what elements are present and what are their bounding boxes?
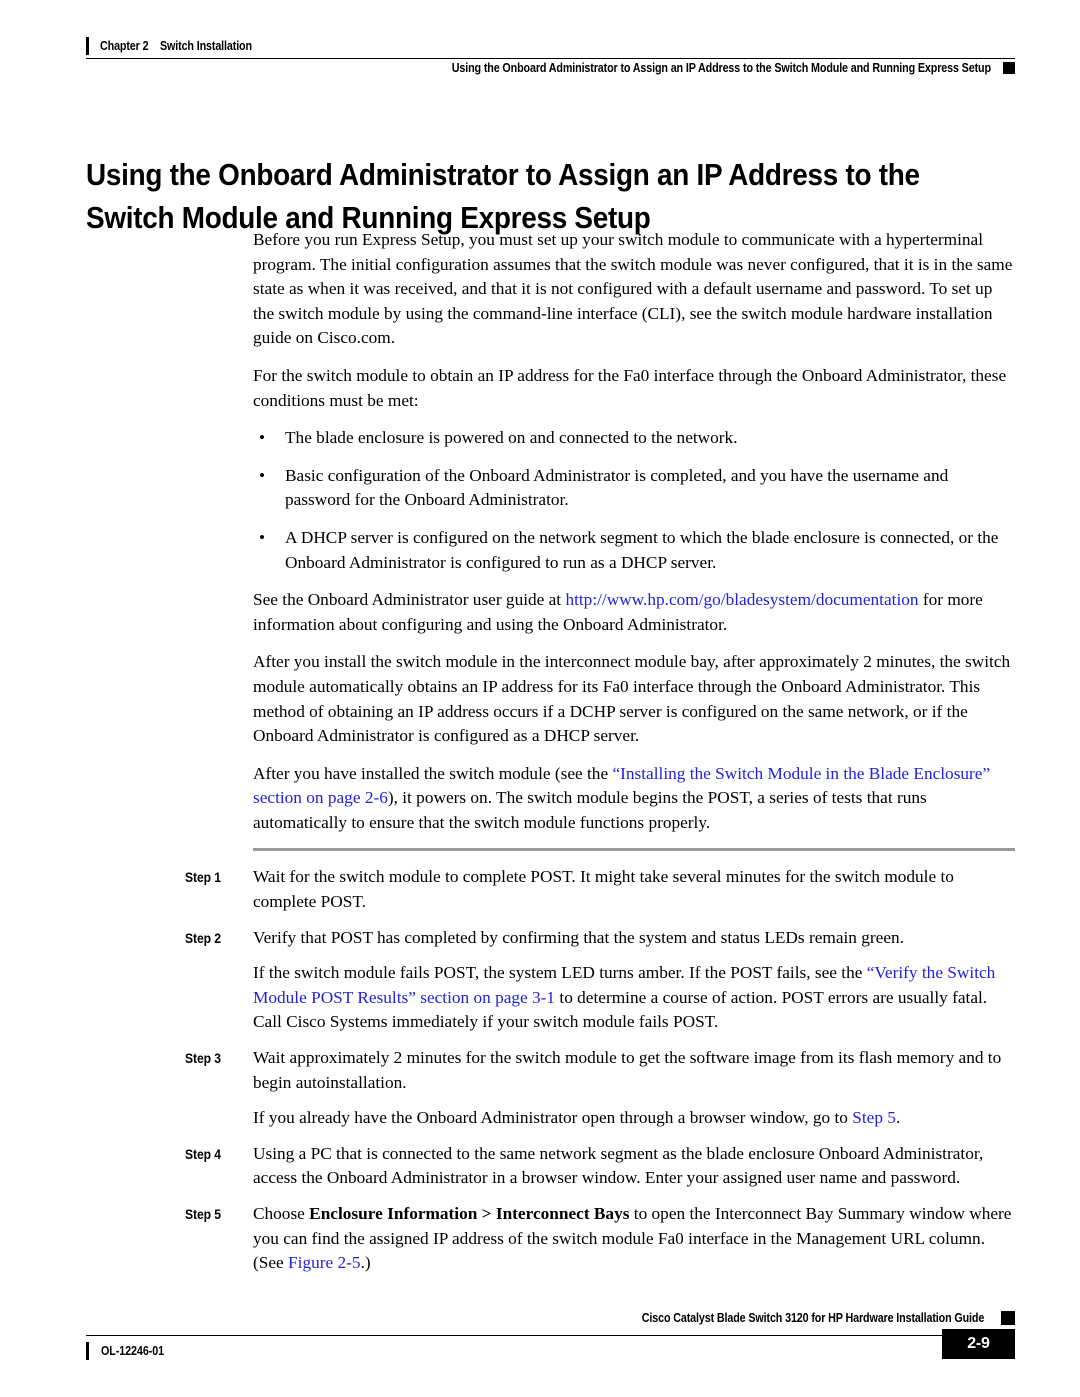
page-title: Using the Onboard Administrator to Assig… xyxy=(86,156,920,235)
bullet-icon: • xyxy=(259,527,266,547)
list-item: • A DHCP server is configured on the net… xyxy=(0,526,1080,575)
header-chapter-row: Chapter 2 Switch Installation xyxy=(86,36,267,56)
step-2-row: Step 2 Verify that POST has completed by… xyxy=(0,926,1080,951)
header-chapter-title: Switch Installation xyxy=(160,39,253,53)
step-5-xref-link[interactable]: Step 5 xyxy=(852,1108,896,1127)
step-5-text-before: Choose xyxy=(253,1204,310,1223)
conditions-intro-paragraph: For the switch module to obtain an IP ad… xyxy=(253,365,1007,410)
list-item-text: Basic configuration of the Onboard Admin… xyxy=(285,465,949,510)
step-4-row: Step 4 Using a PC that is connected to t… xyxy=(0,1142,1080,1191)
step-3-row: Step 3 Wait approximately 2 minutes for … xyxy=(0,1046,1080,1095)
document-body: Before you run Express Setup, you must s… xyxy=(0,228,1080,1287)
header-chapter-label: Chapter 2 xyxy=(100,39,149,53)
menu-path-bold: Enclosure Information > Interconnect Bay… xyxy=(309,1204,630,1223)
list-item-text: A DHCP server is configured on the netwo… xyxy=(285,527,999,572)
post-intro-paragraph: After you have installed the switch modu… xyxy=(0,762,1080,836)
list-item: • The blade enclosure is powered on and … xyxy=(0,426,1080,451)
step-5-text-after: .) xyxy=(360,1253,371,1273)
page-footer: Cisco Catalyst Blade Switch 3120 for HP … xyxy=(0,1301,1080,1397)
list-item-text: The blade enclosure is powered on and co… xyxy=(285,428,738,448)
footer-guide-title: Cisco Catalyst Blade Switch 3120 for HP … xyxy=(641,1311,985,1325)
footer-square-marker xyxy=(1001,1311,1015,1325)
step-2-label: Step 2 xyxy=(185,930,221,946)
header-section-title: Using the Onboard Administrator to Assig… xyxy=(451,61,991,75)
step-1-text: Wait for the switch module to complete P… xyxy=(253,867,954,912)
header-tick-mark xyxy=(86,37,89,55)
document-page: Chapter 2 Switch Installation Using the … xyxy=(0,0,1080,1397)
page-header: Chapter 2 Switch Installation Using the … xyxy=(0,0,1080,80)
step-1-label: Step 1 xyxy=(185,870,221,886)
step-2-note-text-before: If the switch module fails POST, the sys… xyxy=(253,963,867,983)
step-5-label: Step 5 xyxy=(185,1207,221,1222)
step-3-note: If you already have the Onboard Administ… xyxy=(0,1106,1080,1131)
list-item: • Basic configuration of the Onboard Adm… xyxy=(0,464,1080,513)
bullet-icon: • xyxy=(259,428,266,448)
step-2-note: If the switch module fails POST, the sys… xyxy=(0,961,1080,1035)
footer-tick-mark xyxy=(86,1342,89,1360)
bullet-icon: • xyxy=(259,465,266,485)
step-4-text: Using a PC that is connected to the same… xyxy=(253,1143,984,1188)
step-2-text: Verify that POST has completed by confir… xyxy=(253,927,904,947)
page-number-badge: 2-9 xyxy=(942,1329,1015,1359)
user-guide-text-before: See the Onboard Administrator user guide… xyxy=(253,590,566,610)
figure-2-5-xref-link[interactable]: Figure 2-5 xyxy=(288,1253,360,1272)
hp-documentation-link[interactable]: http://www.hp.com/go/bladesystem/documen… xyxy=(565,590,918,609)
step-3-note-text-before: If you already have the Onboard Administ… xyxy=(253,1108,853,1128)
step-3-label: Step 3 xyxy=(185,1051,221,1067)
step-4-label: Step 4 xyxy=(185,1146,221,1162)
step-3-note-text-after: . xyxy=(895,1108,901,1128)
step-5-text: Choose Enclosure Information > Interconn… xyxy=(253,1202,1015,1276)
intro-paragraph-1: Before you run Express Setup, you must s… xyxy=(253,230,1013,348)
step-5-row: Step 5 Choose Enclosure Information > In… xyxy=(0,1202,1080,1276)
step-1-row: Step 1 Wait for the switch module to com… xyxy=(0,865,1080,914)
conditions-bullet-list: • The blade enclosure is powered on and … xyxy=(0,426,1080,575)
post-intro-text-before: After you have installed the switch modu… xyxy=(253,763,613,783)
footer-document-id: OL-12246-01 xyxy=(101,1344,164,1358)
user-guide-paragraph: See the Onboard Administrator user guide… xyxy=(0,588,1080,637)
step-3-text: Wait approximately 2 minutes for the swi… xyxy=(253,1048,1002,1092)
steps-divider-rule xyxy=(253,848,1015,852)
install-paragraph: After you install the switch module in t… xyxy=(253,652,1011,746)
header-section-row: Using the Onboard Administrator to Assig… xyxy=(364,58,1015,78)
footer-rule xyxy=(86,1335,965,1336)
header-square-marker xyxy=(1003,62,1015,74)
